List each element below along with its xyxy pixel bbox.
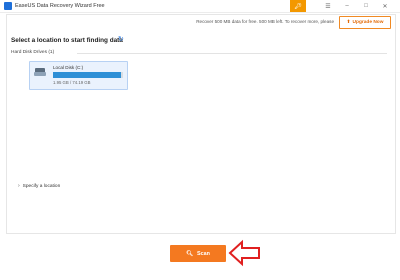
maximize-icon[interactable]: □	[358, 0, 374, 12]
specify-location-label: Specify a location	[22, 183, 61, 189]
upgrade-now-label: Upgrade Now	[352, 20, 384, 25]
scan-button[interactable]: 🔍︎ Scan	[170, 245, 226, 262]
upgrade-icon: ⬆	[346, 20, 351, 25]
drive-usage-bar	[53, 72, 123, 78]
search-icon: 🔍︎	[186, 250, 194, 257]
chevron-right-icon: ›	[18, 183, 20, 189]
hard-drive-icon	[34, 68, 46, 76]
group-divider	[77, 53, 387, 54]
free-quota-notice: Recover 500 MB data for free. 500 MB lef…	[196, 19, 334, 24]
close-icon[interactable]: ✕	[377, 0, 393, 12]
drive-usage-fill	[53, 72, 121, 78]
refresh-icon[interactable]: ↻	[118, 36, 125, 43]
drive-name: Local Disk (C:)	[53, 65, 84, 70]
upgrade-now-button[interactable]: ⬆ Upgrade Now	[339, 16, 391, 29]
window-title: EaseUS Data Recovery Wizard Free	[15, 3, 105, 9]
drive-size: 1.95 GB / 74.19 GB	[53, 80, 91, 85]
red-arrow-annotation-icon	[228, 239, 260, 267]
menu-icon[interactable]: ☰	[320, 0, 336, 12]
minimize-icon[interactable]: –	[339, 0, 355, 12]
specify-location-toggle[interactable]: › Specify a location	[18, 183, 60, 189]
scan-label: Scan	[197, 250, 210, 257]
easeus-logo-icon	[4, 2, 12, 10]
key-icon[interactable]: 🔑︎	[290, 0, 306, 12]
hard-disk-group-label: Hard Disk Drives (1)	[11, 50, 55, 55]
section-title: Select a location to start finding data	[11, 37, 123, 44]
title-bar: EaseUS Data Recovery Wizard Free 🔑︎ ☰ – …	[0, 0, 400, 13]
main-panel: Recover 500 MB data for free. 500 MB lef…	[6, 14, 396, 234]
drive-card-local-disk-c[interactable]: Local Disk (C:) 1.95 GB / 74.19 GB	[29, 61, 128, 90]
